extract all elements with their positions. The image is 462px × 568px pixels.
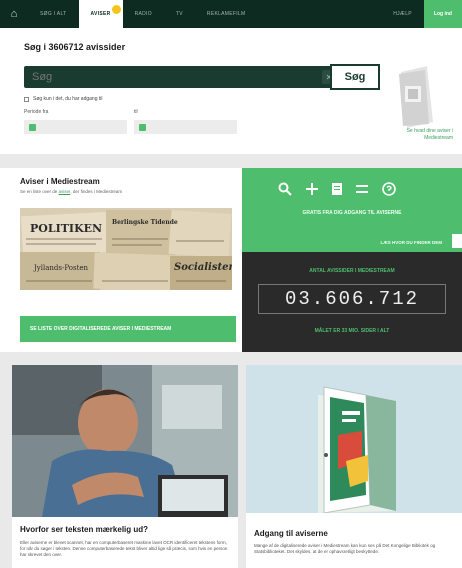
nav-item-radio[interactable]: Radio [123, 0, 164, 28]
calendar-icon [139, 123, 146, 131]
period-to-field[interactable] [134, 120, 237, 134]
newspaper-stack-icon [399, 66, 433, 128]
search-button[interactable]: Søg [330, 64, 380, 90]
counter-label: ANTAL AVISSIDER I MEDIESTREAM [309, 268, 395, 274]
newspapers-card-title: Aviser i Mediestream [20, 177, 100, 186]
collage-headline: Socialisten [174, 262, 232, 273]
top-navigation: ⌂ Søg i alt Aviser Radio TV Reklamefilm … [0, 0, 462, 28]
nav-item-help[interactable]: Hjælp [381, 0, 424, 28]
door-illustration [246, 365, 462, 513]
access-checkbox[interactable] [24, 96, 29, 102]
promo-link[interactable]: LÆS HVOR DU FINDER DEM [380, 240, 442, 245]
article-card-access[interactable]: Adgang til aviserne Mange af de digitali… [246, 365, 462, 568]
search-input[interactable] [24, 71, 322, 83]
newspapers-link[interactable]: aviser [59, 189, 71, 194]
counter-goal: MÅLET ER 33 MIO. SIDER I ALT [314, 328, 390, 334]
newspaper-collage-image: POLITIKEN Berlingske Tidende Socialisten… [20, 208, 232, 290]
period-from-field[interactable] [24, 120, 127, 134]
access-filter[interactable]: Søg kun i det, du har adgang til [24, 96, 103, 102]
promo-arrow-tab[interactable] [452, 234, 462, 248]
question-icon [382, 182, 396, 196]
calendar-icon [29, 123, 36, 131]
home-icon[interactable]: ⌂ [0, 0, 28, 28]
page-counter-panel: ANTAL AVISSIDER I MEDIESTREAM 03.606.712… [242, 252, 462, 352]
counter-value: 03.606.712 [258, 284, 446, 314]
plus-icon [306, 183, 318, 195]
article-access-title: Adgang til aviserne [254, 529, 328, 538]
nav-item-commercials[interactable]: Reklamefilm [195, 0, 258, 28]
search-title: Søg i 3606712 avissider [24, 42, 126, 52]
man-reading-photo [12, 365, 238, 517]
period-to-label: til [134, 109, 138, 115]
subtitle-suffix: , der findes i Mediestream [70, 189, 123, 194]
article-access-body: Mange af de digitaliserede aviser i Medi… [254, 543, 436, 554]
notification-badge [111, 5, 121, 14]
promo-text: GRATIS FRA DIG ADGANG TIL AVISERNE [302, 210, 402, 216]
collage-headline: Berlingske Tidende [112, 219, 178, 226]
article-ocr-body: Eller aviserne er blevet scannet, har en… [20, 540, 228, 557]
article-ocr-title: Hvorfor ser teksten mærkelig ud? [20, 525, 149, 534]
login-button[interactable]: Log ind [423, 0, 462, 28]
document-icon [332, 183, 342, 195]
subtitle-prefix: Se en liste over de [20, 189, 58, 194]
collage-headline: POLITIKEN [30, 222, 102, 235]
article-card-ocr[interactable]: Hvorfor ser teksten mærkelig ud? Eller a… [12, 365, 238, 568]
side-link[interactable]: Se hvad dine aviser i Mediestream [383, 128, 453, 142]
search-bar [24, 66, 342, 88]
newspapers-card: Aviser i Mediestream Se en liste over de… [12, 168, 238, 348]
nav-item-search-all[interactable]: Søg i alt [28, 0, 79, 28]
search-icon [278, 182, 292, 196]
section-gap [0, 160, 462, 168]
search-section: Søg i 3606712 avissider Søg Søg kun i de… [0, 28, 462, 160]
nav-item-tv[interactable]: TV [164, 0, 195, 28]
promo-panel: GRATIS FRA DIG ADGANG TIL AVISERNE LÆS H… [242, 168, 462, 252]
nav-item-newspapers-label: Aviser [90, 11, 111, 17]
collage-headline: Jyllands-Posten [33, 264, 89, 272]
nav-item-newspapers[interactable]: Aviser [78, 0, 123, 28]
promo-icons [278, 182, 396, 196]
newspaper-list-button[interactable]: SE LISTE OVER DIGITALISEREDE AVISER I ME… [20, 316, 236, 342]
period-from-label: Periode fra [24, 109, 49, 115]
menu-icon [356, 185, 368, 193]
newspapers-card-subtitle: Se en liste over de aviser, der findes i… [20, 189, 122, 194]
access-checkbox-label: Søg kun i det, du har adgang til [33, 96, 103, 102]
